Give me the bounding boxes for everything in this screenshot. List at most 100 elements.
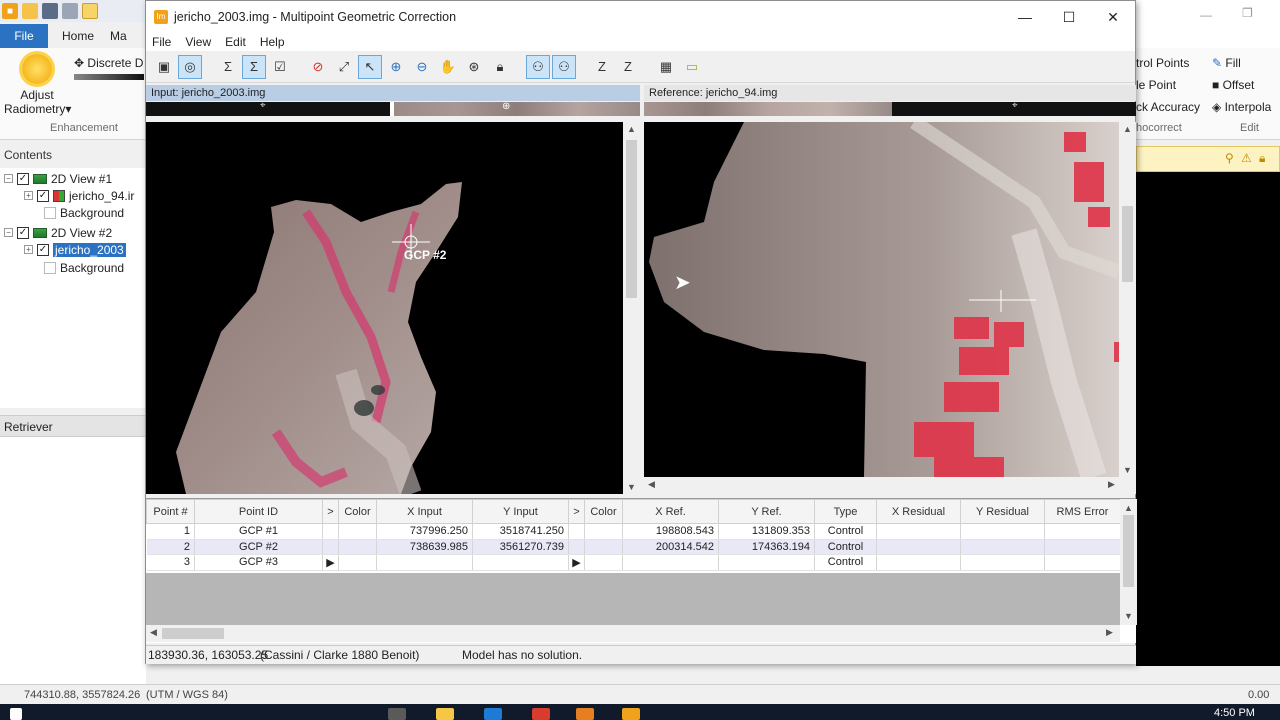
check-icon[interactable]: ☑ — [268, 55, 292, 79]
col-y-ref[interactable]: Y Ref. — [718, 499, 815, 524]
reference-overview-strip[interactable]: ⌖ — [644, 102, 1136, 116]
reference-hscrollbar[interactable]: ◀ ▶ — [644, 477, 1136, 494]
table-hscroll-thumb[interactable] — [162, 628, 224, 639]
link-icon[interactable]: ⚲ — [1225, 151, 1234, 165]
auto-gcp-icon[interactable]: ⚇ — [552, 54, 576, 79]
collapse-icon[interactable]: − — [4, 174, 13, 183]
table-hscrollbar[interactable]: ◀ ▶ — [146, 625, 1120, 642]
erdas-taskbar-icon[interactable] — [576, 708, 594, 720]
scroll-down-icon[interactable]: ▼ — [623, 482, 640, 492]
reference-vscrollbar[interactable]: ▲ ▼ — [1119, 122, 1136, 477]
explorer-icon[interactable] — [436, 708, 454, 720]
save-icon[interactable] — [42, 3, 58, 19]
restore-icon[interactable]: ❐ — [1242, 6, 1253, 20]
background1-checkbox[interactable] — [44, 206, 56, 219]
col-type[interactable]: Type — [814, 499, 877, 524]
scroll-up-icon[interactable]: ▲ — [1120, 503, 1137, 513]
zoom-in-icon[interactable]: ⊕ — [384, 55, 408, 79]
cell-point-num[interactable]: 1 — [146, 523, 195, 540]
table-vscroll-thumb[interactable] — [1123, 515, 1134, 587]
interpolate-button[interactable]: ◈ Interpola — [1212, 100, 1271, 114]
col-arrow-ref[interactable]: > — [568, 499, 585, 524]
select-tool-icon[interactable] — [82, 3, 98, 19]
col-arrow-input[interactable]: > — [322, 499, 339, 524]
auto-calc-icon[interactable]: Σ — [242, 54, 266, 79]
select-pointer-icon[interactable]: ↖ — [358, 54, 382, 79]
lock-icon[interactable]: 🔒︎ — [1259, 151, 1265, 166]
jericho2003-checkbox[interactable]: ✓ — [37, 243, 49, 256]
col-color-ref[interactable]: Color — [584, 499, 623, 524]
windows-start-icon[interactable] — [10, 708, 22, 720]
reference-viewer[interactable]: ➤ — [644, 122, 1119, 477]
table-row[interactable]: 3 GCP #3 ▶ ▶ Control — [146, 554, 1121, 571]
cell-y-input[interactable] — [472, 554, 569, 571]
create-gcp-icon[interactable]: ⊛ — [462, 55, 486, 79]
undo-icon[interactable] — [62, 3, 78, 19]
pan-hand-icon[interactable]: ✋ — [436, 55, 460, 79]
col-color-input[interactable]: Color — [338, 499, 377, 524]
cell-x-input[interactable] — [376, 554, 473, 571]
col-y-residual[interactable]: Y Residual — [960, 499, 1045, 524]
adjust-radiometry-button[interactable]: Adjust Radiometry▾ — [4, 54, 71, 116]
scroll-down-icon[interactable]: ▼ — [1120, 611, 1137, 621]
menu-help[interactable]: Help — [260, 35, 285, 49]
maximize-button[interactable]: ☐ — [1047, 1, 1091, 33]
scroll-up-icon[interactable]: ▲ — [1119, 124, 1136, 134]
cell-point-id[interactable]: GCP #2 — [194, 539, 323, 555]
cell-y-ref[interactable] — [718, 554, 815, 571]
col-point-num[interactable]: Point # — [146, 499, 195, 524]
scroll-left-icon[interactable]: ◀ — [150, 627, 157, 638]
cell-color[interactable] — [338, 539, 377, 555]
manage-tab[interactable]: Ma — [108, 24, 129, 48]
grid-icon[interactable]: ▦ — [654, 55, 678, 79]
tree-item-jericho-94[interactable]: + ✓ jericho_94.ir — [24, 187, 134, 204]
close-button[interactable]: ✕ — [1091, 1, 1135, 33]
background2-checkbox[interactable] — [44, 261, 56, 274]
z-update-icon[interactable]: Z — [616, 55, 640, 79]
sum-icon[interactable]: Σ — [216, 55, 240, 79]
cell-color[interactable] — [584, 523, 623, 540]
col-x-residual[interactable]: X Residual — [876, 499, 961, 524]
view2-checkbox[interactable]: ✓ — [17, 226, 29, 239]
table-row[interactable]: 2 GCP #2 738639.985 3561270.739 200314.5… — [146, 539, 1121, 555]
col-x-ref[interactable]: X Ref. — [622, 499, 719, 524]
cell-y-input[interactable]: 3518741.250 — [472, 523, 569, 540]
warning-icon[interactable]: ⚠ — [1241, 151, 1252, 165]
edge-icon[interactable] — [484, 708, 502, 720]
table-row[interactable]: 1 GCP #1 737996.250 3518741.250 198808.5… — [146, 523, 1121, 540]
tree-item-background-1[interactable]: Background — [44, 204, 124, 221]
chrome-icon[interactable] — [532, 708, 550, 720]
erdas-taskbar-icon-2[interactable] — [622, 708, 640, 720]
menu-view[interactable]: View — [185, 35, 211, 49]
discrete-dra-button[interactable]: ✥ Discrete D — [74, 56, 144, 80]
app-logo-icon[interactable]: ■ — [2, 3, 18, 19]
file-tab[interactable]: File — [0, 24, 48, 48]
scroll-left-icon[interactable]: ◀ — [648, 479, 655, 490]
minimize-button[interactable]: — — [1003, 1, 1047, 33]
tree-item-jericho-2003[interactable]: + ✓ jericho_2003 — [24, 241, 126, 258]
cell-x-ref[interactable]: 200314.542 — [622, 539, 719, 555]
cell-color[interactable] — [584, 539, 623, 555]
lock-tool-icon[interactable]: 🔒︎ — [488, 55, 512, 79]
input-vscrollbar[interactable]: ▲ ▼ — [623, 122, 640, 494]
table-vscrollbar[interactable]: ▲ ▼ — [1120, 499, 1137, 625]
fill-button[interactable]: ✎ Fill — [1212, 56, 1241, 70]
cell-point-num[interactable]: 3 — [146, 554, 195, 571]
cell-point-id[interactable]: GCP #1 — [194, 523, 323, 540]
input-overview-strip[interactable]: ⌖ ⊕ — [146, 102, 640, 116]
scroll-down-icon[interactable]: ▼ — [1119, 465, 1136, 475]
scroll-right-icon[interactable]: ▶ — [1108, 479, 1115, 490]
dialog-titlebar[interactable]: Im jericho_2003.img - Multipoint Geometr… — [146, 1, 1135, 33]
cell-x-ref[interactable] — [622, 554, 719, 571]
cell-y-ref[interactable]: 174363.194 — [718, 539, 815, 555]
col-rms-error[interactable]: RMS Error — [1044, 499, 1121, 524]
input-vscroll-thumb[interactable] — [626, 140, 637, 298]
tree-item-2d-view-1[interactable]: − ✓ 2D View #1 — [4, 170, 112, 187]
cell-x-input[interactable]: 737996.250 — [376, 523, 473, 540]
zoom-out-icon[interactable]: ⊖ — [410, 55, 434, 79]
cell-point-id[interactable]: GCP #3 — [194, 554, 323, 571]
cell-y-ref[interactable]: 131809.353 — [718, 523, 815, 540]
z-value-icon[interactable]: Z — [590, 55, 614, 79]
cell-point-num[interactable]: 2 — [146, 539, 195, 555]
scroll-right-icon[interactable]: ▶ — [1106, 627, 1113, 638]
